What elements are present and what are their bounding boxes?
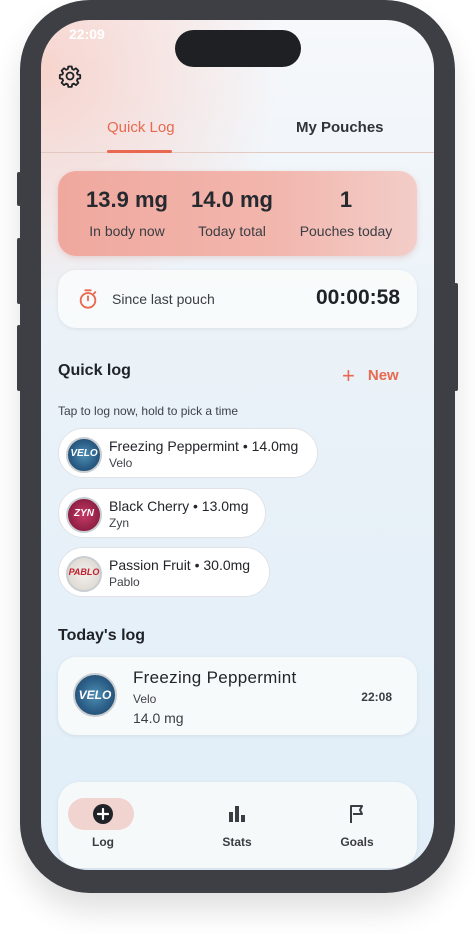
quick-log-chip-pablo[interactable]: PABLO Passion Fruit • 30.0mg Pablo — [58, 547, 270, 597]
log-entry-dose: 14.0 mg — [133, 710, 184, 726]
stopwatch-icon — [79, 289, 97, 309]
stat-value: 14.0 mg — [191, 187, 273, 212]
chip-brand: Velo — [109, 456, 133, 470]
stat-today-total: 14.0 mg Today total — [182, 187, 282, 239]
todays-log-title: Today's log — [58, 627, 146, 644]
log-entry[interactable]: VELO Freezing Peppermint Velo 14.0 mg 22… — [58, 657, 417, 735]
side-button-action — [17, 172, 21, 206]
chip-name: Black Cherry • 13.0mg — [109, 498, 249, 514]
gear-icon[interactable] — [58, 64, 82, 88]
tab-bar: Quick Log My Pouches — [41, 112, 434, 153]
quick-log-chip-velo[interactable]: VELO Freezing Peppermint • 14.0mg Velo — [58, 428, 318, 478]
stat-pouches-today: 1 Pouches today — [291, 187, 401, 239]
nav-stats[interactable]: Stats — [192, 796, 282, 849]
tab-my-pouches[interactable]: My Pouches — [296, 119, 384, 136]
chip-brand: Zyn — [109, 516, 130, 530]
app-screen: 22:09 Quick Log My Pouches 13.9 mg In bo… — [41, 20, 434, 870]
stats-card: 13.9 mg In body now 14.0 mg Today total … — [58, 171, 417, 256]
pablo-logo-icon: PABLO — [66, 556, 102, 592]
side-button-power — [454, 283, 458, 391]
add-circle-icon — [93, 804, 113, 824]
active-tab-indicator — [107, 150, 172, 153]
status-time: 22:09 — [69, 26, 105, 42]
side-button-volume-up — [17, 238, 21, 304]
nav-log[interactable]: Log — [58, 796, 148, 849]
flag-icon — [350, 805, 363, 823]
side-button-volume-down — [17, 325, 21, 391]
timer-label: Since last pouch — [112, 291, 215, 307]
plus-icon: + — [342, 363, 355, 388]
log-entry-brand: Velo — [133, 692, 157, 706]
nav-goals[interactable]: Goals — [312, 796, 402, 849]
quick-log-chip-zyn[interactable]: ZYN Black Cherry • 13.0mg Zyn — [58, 488, 266, 538]
tab-quick-log[interactable]: Quick Log — [107, 119, 175, 136]
new-pouch-button[interactable]: + New — [342, 360, 399, 388]
zyn-logo-icon: ZYN — [66, 497, 102, 533]
stat-value: 13.9 mg — [86, 187, 168, 212]
velo-logo-icon: VELO — [66, 437, 102, 473]
log-entry-time: 22:08 — [361, 690, 392, 704]
timer-value: 00:00:58 — [315, 286, 400, 309]
bar-chart-icon — [229, 806, 245, 822]
chip-name: Passion Fruit • 30.0mg — [109, 557, 251, 573]
chip-brand: Pablo — [109, 575, 140, 589]
quick-log-hint: Tap to log now, hold to pick a time — [58, 404, 239, 418]
chip-name: Freezing Peppermint • 14.0mg — [109, 438, 299, 454]
nav-label: Stats — [222, 835, 252, 849]
stat-label: Today total — [198, 223, 266, 239]
dynamic-island — [175, 30, 301, 67]
nav-label: Log — [92, 835, 114, 849]
stat-label: In body now — [89, 223, 165, 239]
since-last-pouch-card: Since last pouch 00:00:58 — [58, 270, 417, 328]
stat-in-body: 13.9 mg In body now — [72, 187, 182, 239]
velo-logo-icon: VELO — [73, 673, 117, 717]
stat-value: 1 — [339, 187, 353, 212]
log-entry-name: Freezing Peppermint — [133, 668, 297, 687]
stat-label: Pouches today — [299, 223, 393, 239]
quick-log-title: Quick log — [58, 362, 131, 379]
bottom-navigation: Log Stats Goals — [58, 782, 417, 868]
nav-label: Goals — [340, 835, 374, 849]
new-button-label: New — [367, 367, 399, 384]
